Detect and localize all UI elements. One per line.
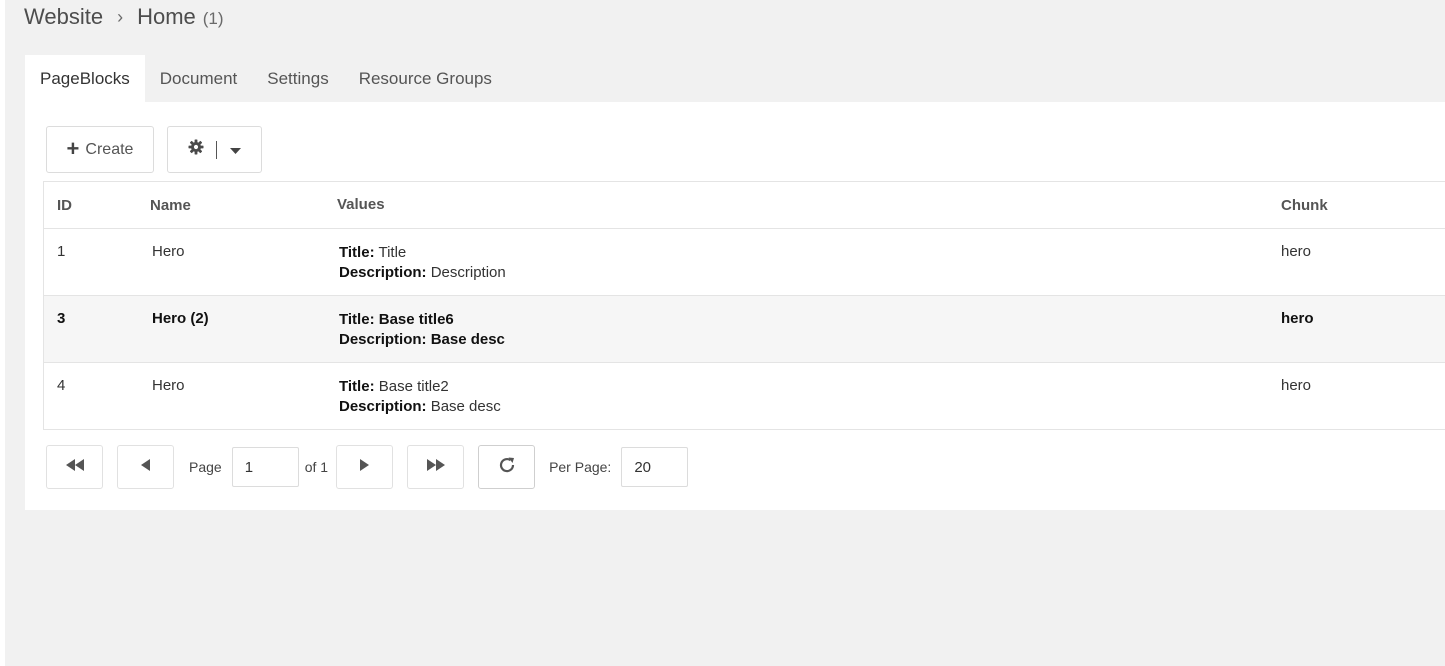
per-page-input[interactable] [621,447,689,487]
page-title-count: (1) [202,9,224,28]
description-value: Base desc [430,398,501,415]
pagination-bar: Page of 1 Per P [46,445,689,489]
refresh-button[interactable] [478,445,536,489]
description-value: Description [430,264,506,281]
row-chunk: hero [1281,310,1314,327]
grid-header: ID Name Values Chunk [44,182,1445,228]
row-name: Hero [152,377,185,394]
plus-icon: + [66,135,80,161]
create-button[interactable]: + Create [46,126,154,173]
description-label: Description: [339,264,427,281]
last-page-button[interactable] [407,445,465,489]
button-divider [216,140,217,159]
tab-pageblocks[interactable]: PageBlocks [25,55,145,102]
page-label: Page [189,459,222,475]
caret-down-icon [230,141,241,159]
arrow-right-icon [360,458,370,476]
column-header-values[interactable]: Values [324,195,1267,215]
title-label: Title: [339,244,375,261]
title-value: Base title2 [378,378,449,395]
gear-icon [188,139,204,160]
pageblocks-panel: + Create ID Name Values Chunk 1 Hero Tit… [25,102,1445,510]
page-number-input[interactable] [231,447,299,487]
page-count-label: of 1 [304,459,329,475]
double-arrow-right-icon [426,458,445,476]
tab-settings[interactable]: Settings [252,55,343,102]
description-label: Description: [339,331,427,348]
row-name: Hero [152,243,185,260]
table-row[interactable]: 4 Hero Title: Base title2 Description: B… [44,362,1445,429]
arrow-left-icon [141,458,150,476]
row-id: 4 [57,377,66,394]
title-label: Title: [339,378,375,395]
settings-dropdown-button[interactable] [167,126,262,173]
tab-resource-groups[interactable]: Resource Groups [344,55,507,102]
table-row[interactable]: 1 Hero Title: Title Description: Descrip… [44,228,1445,295]
per-page-label: Per Page: [549,459,612,475]
description-value: Base desc [430,331,505,348]
pageblocks-grid: ID Name Values Chunk 1 Hero Title: Title… [43,181,1445,430]
table-row-selected[interactable]: 3 Hero (2) Title: Base title6 Descriptio… [44,295,1445,362]
prev-page-button[interactable] [117,445,174,489]
row-id: 3 [57,310,66,327]
double-arrow-left-icon [65,458,84,476]
title-value: Base title6 [378,311,454,328]
row-name: Hero (2) [152,310,209,327]
row-values: Title: Title Description: Description [324,243,1267,295]
next-page-button[interactable] [336,445,394,489]
create-button-label: Create [85,140,134,158]
tab-bar: PageBlocks Document Settings Resource Gr… [25,55,507,102]
row-id: 1 [57,243,66,260]
breadcrumb: Website › Home (1) [24,4,224,30]
column-header-id[interactable]: ID [44,197,137,214]
column-header-chunk[interactable]: Chunk [1267,197,1445,214]
first-page-button[interactable] [46,445,103,489]
page-title: Home [137,4,196,29]
row-chunk: hero [1281,377,1312,394]
refresh-icon [497,455,517,480]
row-values: Title: Base title6 Description: Base des… [324,310,1267,362]
title-value: Title [378,244,407,261]
page: Website › Home (1) PageBlocks Document S… [5,0,1445,666]
description-label: Description: [339,398,427,415]
row-values: Title: Base title2 Description: Base des… [324,377,1267,429]
toolbar: + Create [46,126,262,173]
title-label: Title: [339,311,375,328]
row-chunk: hero [1281,243,1312,260]
breadcrumb-separator-icon: › [117,7,124,27]
column-header-name[interactable]: Name [137,197,324,214]
tab-document[interactable]: Document [145,55,252,102]
breadcrumb-root[interactable]: Website [24,4,103,30]
